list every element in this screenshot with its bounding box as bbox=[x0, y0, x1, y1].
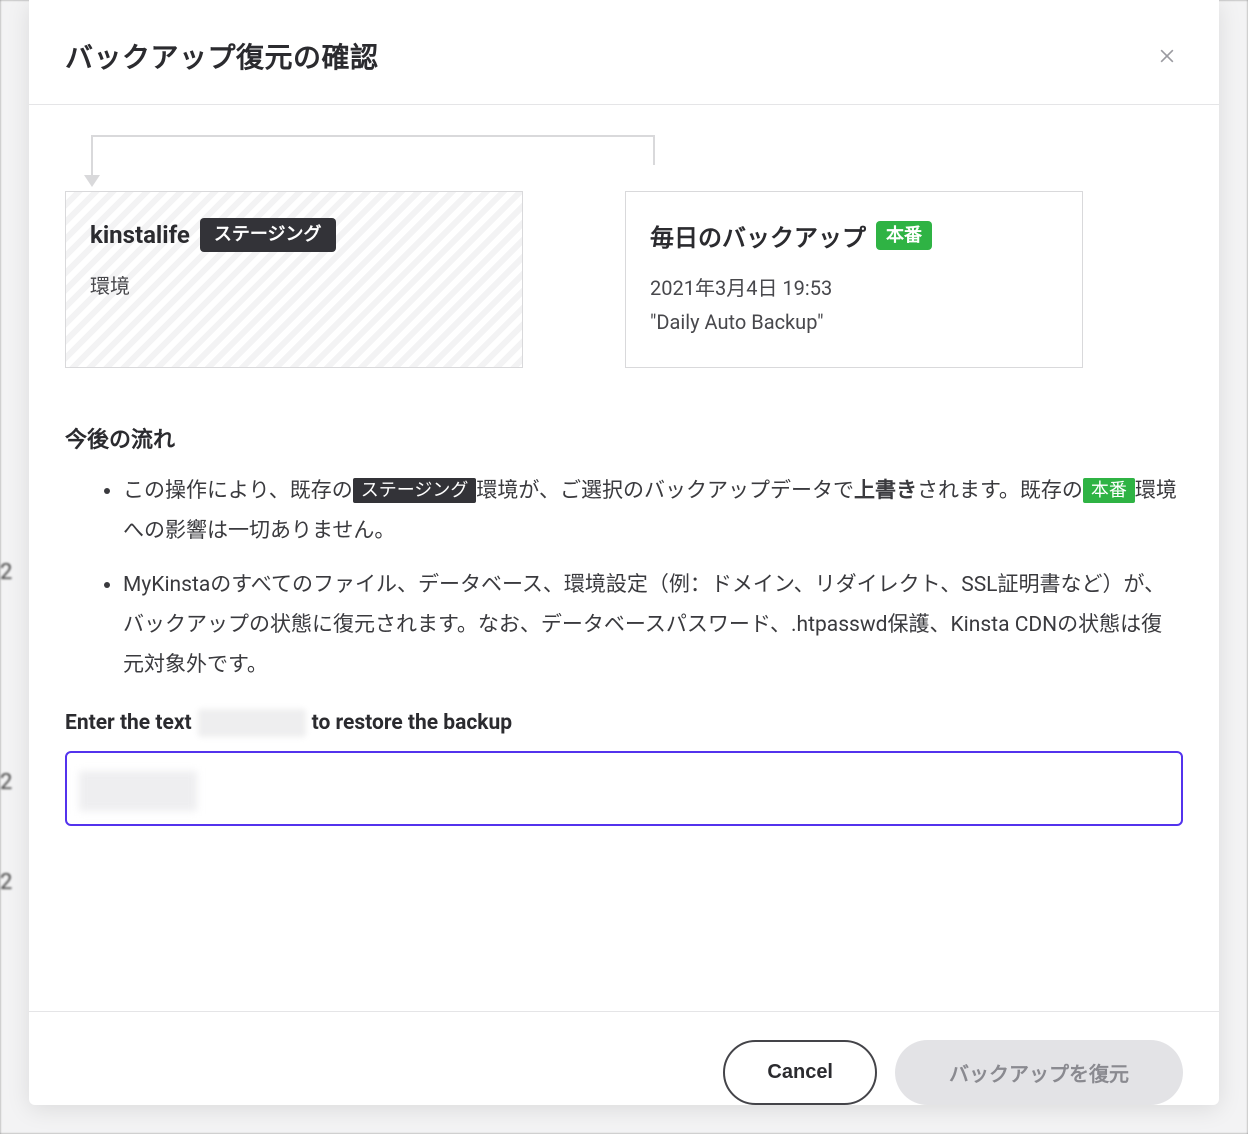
flow-item-1: この操作により、既存のステージング環境が、ご選択のバックアップデータで上書きされ… bbox=[123, 472, 1183, 552]
restore-backup-modal: バックアップ復元の確認 kinstalife ステージング 環境 bbox=[29, 0, 1219, 1105]
restore-direction-arrow bbox=[91, 135, 1183, 191]
target-site-name: kinstalife bbox=[90, 221, 190, 249]
flow-item-2: MyKinstaのすべてのファイル、データベース、環境設定（例：ドメイン、リダイ… bbox=[123, 566, 1183, 686]
environment-row: kinstalife ステージング 環境 毎日のバックアップ 本番 2021年3… bbox=[65, 191, 1183, 368]
modal-footer: Cancel バックアップを復元 bbox=[29, 1011, 1219, 1105]
confirm-input-wrap bbox=[65, 751, 1183, 826]
backup-name: "Daily Auto Backup" bbox=[650, 305, 1058, 339]
backup-timestamp: 2021年3月4日 19:53 bbox=[650, 271, 1058, 305]
close-button[interactable] bbox=[1151, 40, 1183, 72]
modal-header: バックアップ復元の確認 bbox=[29, 0, 1219, 105]
close-icon bbox=[1157, 46, 1177, 66]
flow-list: この操作により、既存のステージング環境が、ご選択のバックアップデータで上書きされ… bbox=[65, 472, 1183, 685]
live-badge: 本番 bbox=[876, 221, 932, 251]
staging-badge-inline: ステージング bbox=[353, 478, 477, 503]
modal-title: バックアップ復元の確認 bbox=[65, 36, 379, 76]
staging-badge: ステージング bbox=[200, 218, 336, 252]
confirm-label: Enter the text to restore the backup bbox=[65, 709, 1183, 737]
modal-body: kinstalife ステージング 環境 毎日のバックアップ 本番 2021年3… bbox=[29, 105, 1219, 1011]
source-backup-card: 毎日のバックアップ 本番 2021年3月4日 19:53 "Daily Auto… bbox=[625, 191, 1083, 368]
target-environment-card: kinstalife ステージング 環境 bbox=[65, 191, 523, 368]
arrow-down-icon bbox=[84, 175, 100, 187]
backup-title: 毎日のバックアップ bbox=[650, 218, 866, 253]
flow-heading: 今後の流れ bbox=[65, 422, 1183, 454]
target-subtitle: 環境 bbox=[90, 270, 498, 299]
confirm-input[interactable] bbox=[65, 751, 1183, 826]
redacted-text bbox=[198, 709, 306, 737]
cancel-button[interactable]: Cancel bbox=[723, 1040, 877, 1105]
restore-button[interactable]: バックアップを復元 bbox=[895, 1040, 1183, 1105]
live-badge-inline: 本番 bbox=[1083, 478, 1135, 503]
